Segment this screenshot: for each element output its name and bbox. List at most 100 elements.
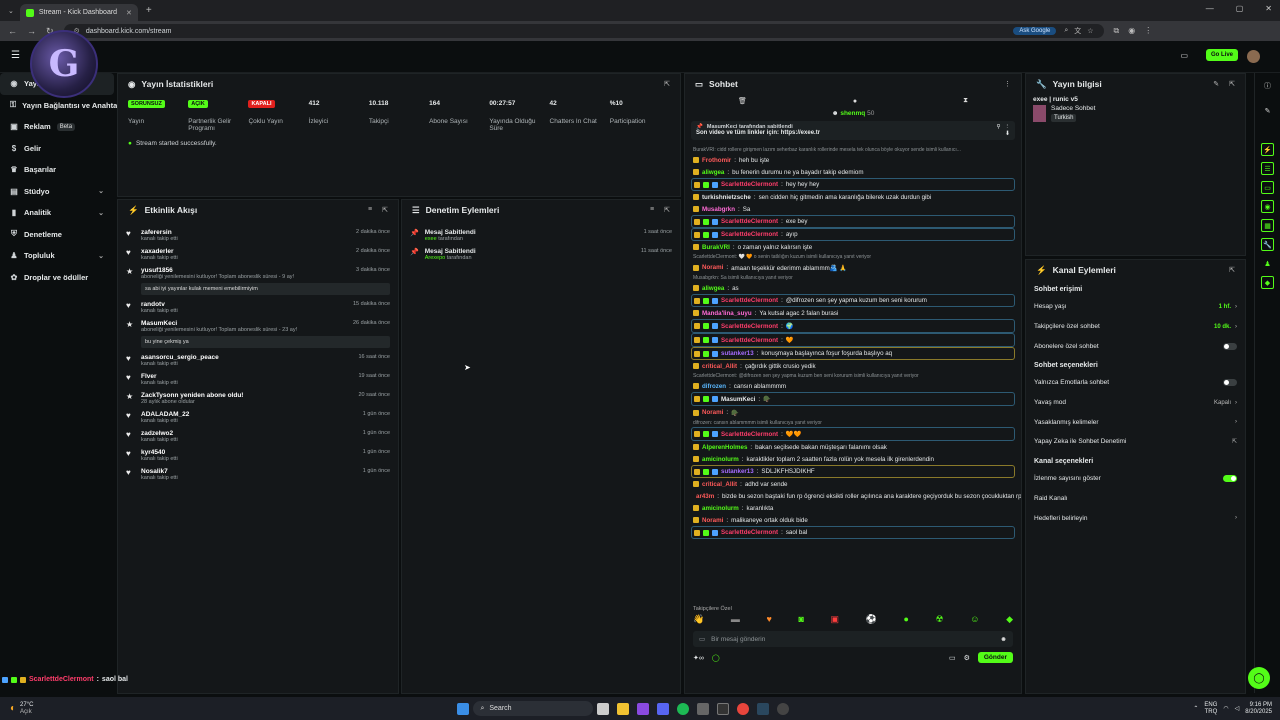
mod-tools-icon[interactable]: ✦∞	[693, 654, 704, 662]
event-user[interactable]: Nosalik7	[141, 468, 168, 475]
translate-icon[interactable]: 文	[1074, 26, 1081, 36]
volume-icon[interactable]: ◁	[1235, 705, 1240, 712]
chat-message[interactable]: Manda'lina_suyu: Ya kutsal agac 2 falan b…	[685, 307, 1021, 319]
chat-message[interactable]: Musabgrkn: Sa	[685, 203, 1021, 215]
chat-username[interactable]: BurakVRI	[702, 244, 730, 251]
emote-cup-icon[interactable]: ◙	[798, 614, 803, 625]
event-user[interactable]: randotv	[141, 301, 165, 308]
popout-icon[interactable]: ⇱	[1229, 266, 1235, 274]
profile-icon[interactable]: ◉	[1128, 26, 1135, 36]
sidebar-item-studio[interactable]: ▤ Stüdyo ⌄	[0, 181, 114, 203]
address-bar[interactable]: ⚙ dashboard.kick.com/stream Ask Google ⌕…	[63, 24, 1104, 38]
emote-kick-icon[interactable]: ◆	[1006, 614, 1013, 625]
chat-username[interactable]: Manda'lina_suyu	[702, 310, 752, 317]
zoom-icon[interactable]: ⌕	[1064, 27, 1068, 35]
chat-message[interactable]: ar43m: bizde bu sezon baştaki fun rp ögre…	[685, 490, 1021, 502]
tab-list-icon[interactable]: ⌄	[8, 7, 14, 15]
chat-username[interactable]: sutanker13	[721, 468, 754, 475]
chat-username[interactable]: Norami	[702, 264, 723, 271]
app-icon[interactable]	[637, 702, 650, 715]
chat-username[interactable]: ScarlettdeClermont	[721, 323, 778, 330]
spotify-icon[interactable]	[677, 702, 690, 715]
chat-message[interactable]: amicinolurm: karaktikler toplam 2 saatten…	[685, 453, 1021, 465]
emote-blob-icon[interactable]: ●	[903, 614, 908, 625]
media-icon[interactable]	[697, 702, 710, 715]
chat-username[interactable]: ScarlettdeClermont	[721, 231, 778, 238]
chat-message[interactable]: ScarlettdeClermont: hey hey hey	[691, 178, 1015, 191]
chat-username[interactable]: ScarlettdeClermont	[721, 218, 778, 225]
chat-icon[interactable]: ●	[853, 98, 857, 105]
chat-icon[interactable]: ▭	[1261, 181, 1274, 194]
setting-row[interactable]: Yapay Zeka ile Sohbet Denetimi ⇱	[1026, 432, 1245, 452]
emote-text-icon[interactable]: ▬	[731, 614, 740, 625]
clock-time[interactable]: 9:16 PM	[1245, 702, 1272, 709]
chat-message[interactable]: ScarlettdeClermont: 🧡	[691, 333, 1015, 347]
send-button[interactable]: Gönder	[977, 652, 1013, 663]
chat-message[interactable]: difrozen: cansın ablammmm	[685, 380, 1021, 392]
terminal-icon[interactable]	[717, 702, 730, 715]
sidebar-item-analytics[interactable]: ▮ Analitik ⌄	[0, 202, 114, 224]
maximize-icon[interactable]: ▢	[1236, 4, 1244, 13]
setting-row[interactable]: Yavaş mod Kapalı ›	[1026, 393, 1245, 413]
signal-icon[interactable]: ◉	[1261, 200, 1274, 213]
chat-message[interactable]: ScarlettdeClermont: saol bal	[691, 526, 1015, 539]
chat-username[interactable]: ar43m	[696, 493, 714, 500]
grid-icon[interactable]: ▦	[1261, 219, 1274, 232]
obs-icon[interactable]	[777, 702, 790, 715]
chat-message[interactable]: aliwgea: bu fenerin durumu ne ya bayadır …	[685, 166, 1021, 178]
event-user[interactable]: zaferersin	[141, 229, 172, 236]
chat-message[interactable]: ScarlettdeClermont: @difrozen sen şey yap…	[691, 294, 1015, 307]
action-by[interactable]: exee	[425, 236, 437, 242]
chat-message[interactable]: Norami: 🪖	[685, 406, 1021, 419]
settings-gear-icon[interactable]: ⚙	[964, 654, 970, 662]
chat-username[interactable]: critical_Allit	[702, 363, 737, 370]
sidebar-item-revenue[interactable]: $ Gelir	[0, 138, 114, 160]
steam-icon[interactable]	[757, 702, 770, 715]
camera-icon[interactable]: ▭	[1180, 51, 1188, 60]
popout-icon[interactable]: ⇱	[664, 206, 670, 214]
menu-icon[interactable]: ⋮	[1144, 26, 1152, 36]
chat-message[interactable]: aliwgea: as	[685, 282, 1021, 294]
task-view-icon[interactable]	[597, 702, 610, 715]
setting-row[interactable]: Takipçilere özel sohbet 10 dk. ›	[1026, 317, 1245, 337]
popout-icon[interactable]: ⇱	[1229, 80, 1235, 88]
emote-face-icon[interactable]: ☺	[970, 614, 979, 625]
chat-message[interactable]: critical_Allit: çağırdık gittik crusio ye…	[685, 360, 1021, 372]
action-by[interactable]: Arexepo	[425, 255, 446, 261]
chat-username[interactable]: ScarlettdeClermont	[721, 337, 778, 344]
emote-ball-icon[interactable]: ⚽	[866, 614, 877, 625]
chat-username[interactable]: Norami	[702, 517, 723, 524]
chat-message[interactable]: sutanker13: SDLJKFHSJDIKHF	[691, 465, 1015, 478]
chat-username[interactable]: Frothomir	[702, 157, 731, 164]
pin-toggle-icon[interactable]: ⚲	[996, 124, 1000, 130]
edit-icon[interactable]: ✎	[1213, 80, 1219, 88]
hamburger-menu-icon[interactable]: ☰	[11, 50, 20, 61]
list-icon[interactable]: ☰	[1261, 162, 1274, 175]
chat-message[interactable]: Norami: amaan teşekkür ederimm ablammm🫂 🙏	[685, 261, 1021, 274]
sidebar-item-achievements[interactable]: ♛ Başarılar	[0, 159, 114, 181]
taskbar-search[interactable]: ⌕ Search	[473, 701, 594, 716]
chat-settings-bubble-icon[interactable]: ▭	[949, 654, 956, 662]
event-user[interactable]: kyr4540	[141, 449, 165, 456]
go-live-button[interactable]: Go Live	[1205, 49, 1238, 61]
event-user[interactable]: Flver	[141, 373, 157, 380]
toggle-switch[interactable]	[1223, 379, 1237, 387]
event-user[interactable]: ZackTysonn yeniden abone oldu!	[141, 392, 243, 399]
chat-username[interactable]: aliwgea	[702, 169, 724, 176]
event-user[interactable]: yusuf1856	[141, 267, 173, 274]
setting-row[interactable]: İzlenme sayısını göster	[1026, 469, 1245, 489]
browser-tab[interactable]: Stream - Kick Dashboard ✕	[19, 4, 138, 21]
wifi-icon[interactable]: ◠	[1223, 705, 1228, 712]
chat-username[interactable]: sutanker13	[721, 350, 754, 357]
setting-row[interactable]: Hesap yaşı 1 hf. ›	[1026, 297, 1245, 317]
chat-username[interactable]: amicinolurm	[702, 456, 739, 463]
chat-username[interactable]: ScarlettdeClermont	[721, 297, 778, 304]
chat-message[interactable]: AlperenHolmes: bakan seçilsede bakan müşt…	[685, 441, 1021, 453]
chat-username[interactable]: ScarlettdeClermont	[721, 431, 778, 438]
chat-message[interactable]: ScarlettdeClermont: 🌍	[691, 319, 1015, 333]
forward-icon[interactable]: →	[27, 26, 36, 36]
event-user[interactable]: xaxaderler	[141, 248, 174, 255]
hourglass-icon[interactable]: ⧗	[963, 97, 968, 105]
emoji-picker-icon[interactable]: ☻	[1000, 636, 1007, 643]
chrome-icon[interactable]	[737, 702, 750, 715]
